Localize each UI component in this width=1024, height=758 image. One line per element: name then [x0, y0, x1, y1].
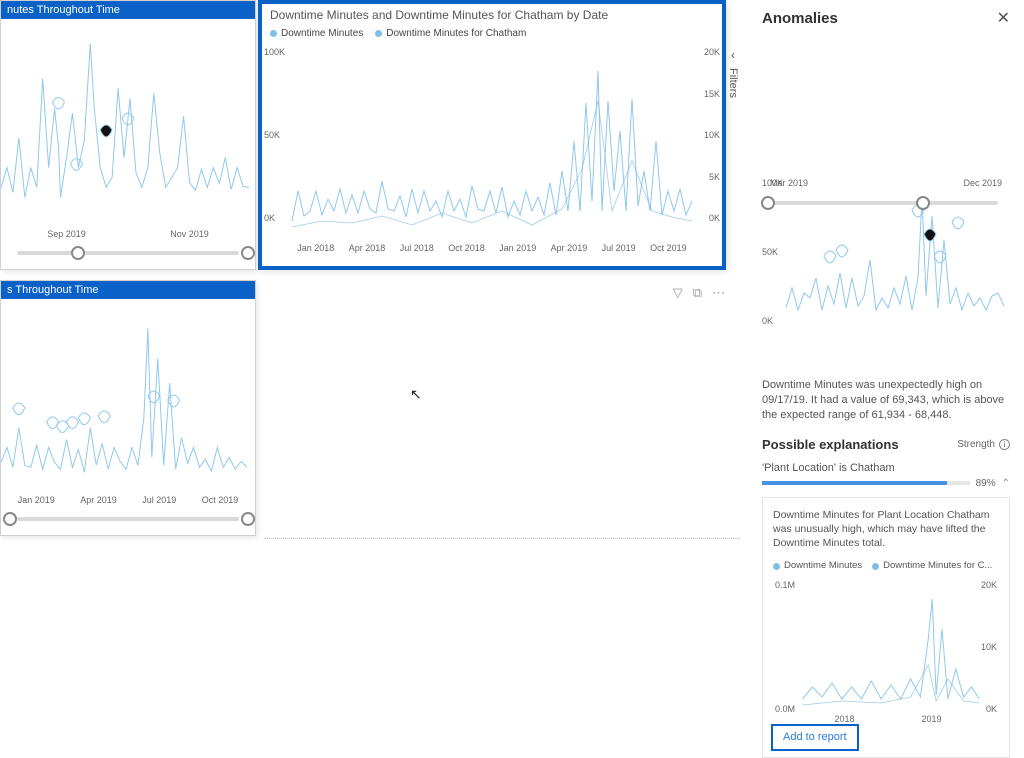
report-canvas: nutes Throughout Time Sep 2019 Nov 20	[0, 0, 740, 700]
anomaly-overview-chart[interactable]: 100K 50K 0K Mar 2019 Dec 2019	[762, 178, 1010, 368]
tile-downtime-chatham[interactable]: Downtime Minutes and Downtime Minutes fo…	[258, 0, 726, 270]
x-tick: Nov 2019	[170, 229, 209, 239]
x-tick: Jan 2019	[499, 243, 536, 253]
anomalies-panel: Anomalies ✕ 100K 50K 0K Mar 2019 Dec 201…	[748, 0, 1024, 700]
plot-area[interactable]: 100K 50K 0K 20K 15K 10K 5K 0K	[262, 41, 722, 241]
explanation-card-text: Downtime Minutes for Plant Location Chat…	[773, 508, 999, 551]
anomaly-description: Downtime Minutes was unexpectedly high o…	[762, 378, 1010, 423]
legend: Downtime Minutes Downtime Minutes for C.…	[773, 560, 999, 573]
legend: Downtime Minutes Downtime Minutes for Ch…	[262, 26, 722, 41]
tile-minutes-throughout-time-1[interactable]: nutes Throughout Time Sep 2019 Nov 20	[0, 0, 256, 270]
explanation-card: Downtime Minutes for Plant Location Chat…	[762, 497, 1010, 758]
x-tick: Oct 2018	[448, 243, 485, 253]
line-chart	[262, 41, 722, 241]
filter-icon[interactable]: ▽	[673, 285, 683, 301]
more-icon[interactable]: ⋯	[712, 285, 725, 301]
strength-bar-fill	[762, 481, 947, 485]
visual-hover-toolbar: ▽ ⧉ ⋯	[673, 285, 725, 301]
explanations-title: Possible explanations	[762, 437, 899, 452]
explanation-label: 'Plant Location' is Chatham	[762, 462, 1010, 474]
range-slider[interactable]	[17, 251, 239, 255]
strength-value: 89	[976, 478, 987, 489]
chevron-left-icon[interactable]: ‹	[731, 48, 735, 62]
plot-area[interactable]	[1, 299, 255, 493]
x-tick: Jan 2018	[297, 243, 334, 253]
legend-label: Downtime Minutes	[281, 28, 363, 39]
x-tick: Apr 2019	[551, 243, 588, 253]
focus-icon[interactable]: ⧉	[693, 285, 702, 301]
strength-label: Strength i	[957, 439, 1010, 450]
strength-bar	[762, 481, 970, 485]
x-tick: Oct 2019	[650, 243, 687, 253]
x-axis: Sep 2019 Nov 2019	[1, 227, 255, 243]
explanation-strength-row[interactable]: 89% ⌃	[762, 478, 1010, 489]
x-tick: Oct 2019	[202, 495, 239, 505]
filters-pane-collapsed[interactable]: ‹ Filters	[726, 48, 740, 98]
x-tick: Jul 2019	[142, 495, 176, 505]
legend-label: Downtime Minutes	[784, 560, 862, 573]
strength-pct: 89%	[976, 478, 996, 489]
slider-thumb-left[interactable]	[71, 246, 85, 260]
chevron-up-icon[interactable]: ⌃	[1002, 478, 1010, 489]
legend-dot-icon	[773, 563, 780, 570]
slider-thumb-left[interactable]	[761, 196, 775, 210]
x-tick: Sep 2019	[47, 229, 86, 239]
legend-label: Downtime Minutes for C...	[883, 560, 992, 573]
x-axis: Jan 2019 Apr 2019 Jul 2019 Oct 2019	[1, 493, 255, 509]
x-tick: 2019	[921, 713, 941, 725]
cursor-icon: ↖	[410, 386, 422, 403]
line-chart	[1, 19, 255, 227]
legend-label: Downtime Minutes for Chatham	[386, 28, 526, 39]
slider-thumb-right[interactable]	[916, 196, 930, 210]
x-tick: Jan 2019	[18, 495, 55, 505]
tile-title: Downtime Minutes and Downtime Minutes fo…	[262, 4, 722, 26]
info-icon[interactable]: i	[999, 439, 1010, 450]
x-tick: Jul 2019	[602, 243, 636, 253]
x-tick: Apr 2019	[80, 495, 117, 505]
slider-thumb-right[interactable]	[241, 246, 255, 260]
x-tick: Apr 2018	[349, 243, 386, 253]
close-icon[interactable]: ✕	[997, 8, 1010, 28]
line-chart	[773, 579, 999, 713]
tile-header: nutes Throughout Time	[1, 1, 255, 19]
strength-text: Strength	[957, 439, 995, 450]
slider-thumb-right[interactable]	[241, 512, 255, 526]
legend-item: Downtime Minutes for Chatham	[375, 28, 526, 39]
line-chart	[1, 299, 255, 493]
tile-header: s Throughout Time	[1, 281, 255, 299]
legend-item: Downtime Minutes for C...	[872, 560, 992, 573]
legend-item: Downtime Minutes	[773, 560, 862, 573]
plot-area[interactable]	[1, 19, 255, 227]
legend-dot-icon	[375, 30, 382, 37]
canvas-divider	[264, 538, 740, 539]
x-axis: Jan 2018 Apr 2018 Jul 2018 Oct 2018 Jan …	[262, 241, 722, 257]
range-slider[interactable]	[774, 201, 998, 205]
explanation-chart[interactable]: 0.1M 0.0M 20K 10K 0K 2018 2019	[773, 579, 999, 729]
legend-item: Downtime Minutes	[270, 28, 363, 39]
slider-thumb-left[interactable]	[3, 512, 17, 526]
x-tick: Jul 2018	[400, 243, 434, 253]
range-slider[interactable]	[17, 517, 239, 521]
add-to-report-button[interactable]: Add to report	[771, 724, 859, 751]
tile-minutes-throughout-time-2[interactable]: s Throughout Time	[0, 280, 256, 536]
filters-label: Filters	[727, 68, 739, 98]
legend-dot-icon	[270, 30, 277, 37]
anomalies-title: Anomalies	[762, 10, 838, 27]
legend-dot-icon	[872, 563, 879, 570]
